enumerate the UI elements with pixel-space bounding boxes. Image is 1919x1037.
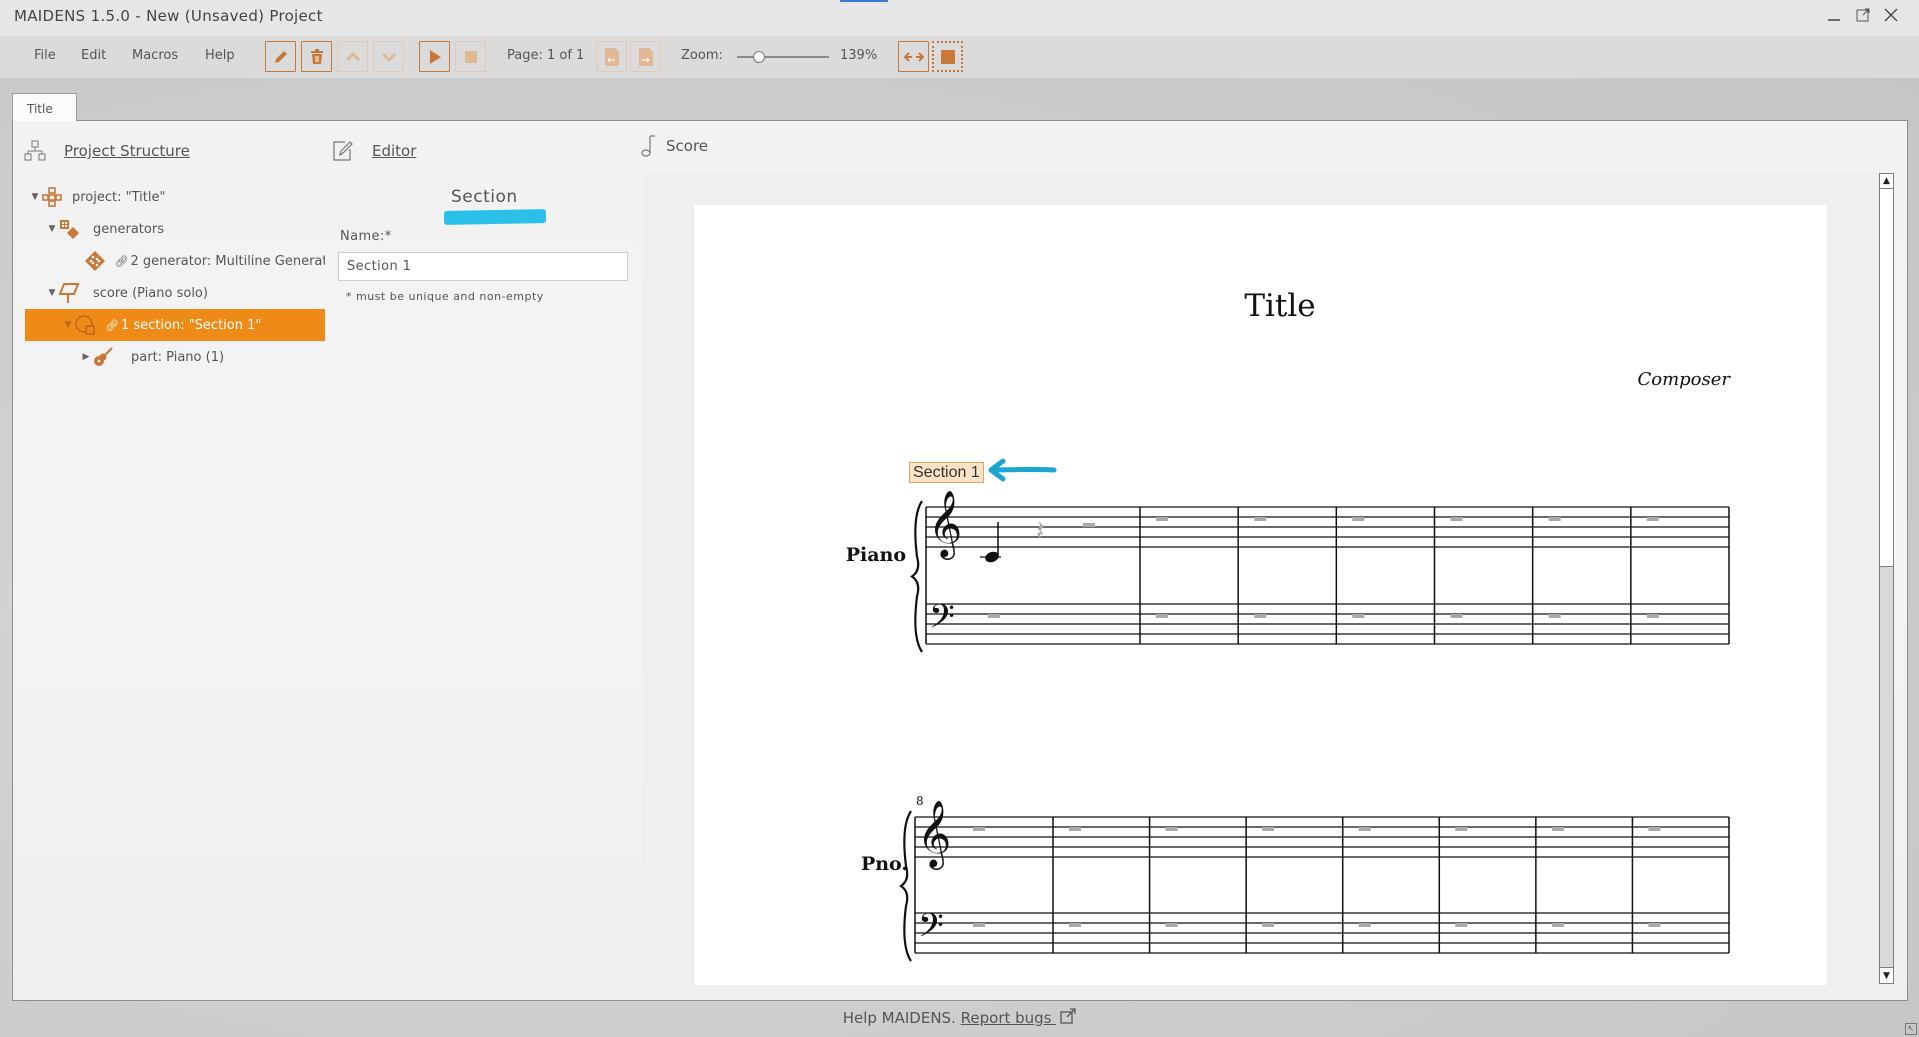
zoom-label: Zoom: [681, 48, 723, 63]
pencil-icon [274, 50, 287, 63]
hierarchy-icon [24, 140, 46, 161]
editor-header: Editor [332, 140, 416, 162]
fit-width-button[interactable] [898, 41, 929, 72]
tree-item-label: project: "Title" [72, 189, 166, 205]
resize-grip[interactable]: ↖ [1905, 1023, 1917, 1035]
menu-help[interactable]: Help [205, 48, 235, 63]
generator-icon [83, 251, 107, 271]
move-down-button[interactable] [373, 41, 404, 72]
menu-toolbar: File Edit Macros Help Page: 1 of 1 Zoom:… [0, 36, 1919, 78]
triangle-down-icon: ▼ [1883, 971, 1890, 981]
score-header: Score [640, 134, 708, 158]
stop-button[interactable] [455, 41, 486, 72]
chevron-down-icon [381, 52, 396, 62]
menu-macros[interactable]: Macros [132, 48, 178, 63]
tree-item-project[interactable]: ▼ project: "Title" [25, 181, 325, 213]
section-marker[interactable]: Section 1 [909, 462, 984, 483]
editor-heading: Section [451, 187, 518, 207]
score-composer[interactable]: Composer [1560, 369, 1730, 390]
page-prev-icon [604, 47, 619, 66]
prev-page-button[interactable] [596, 41, 627, 72]
name-label: Name:* [340, 229, 392, 244]
fit-width-icon [903, 51, 924, 62]
expand-arrow-icon[interactable]: ▶ [81, 352, 91, 362]
footer-text: Help MAIDENS. [842, 1009, 956, 1027]
window-accent-strip [840, 0, 888, 2]
tree-item-label: 2 generator: Multiline Generat [130, 253, 325, 269]
external-link-icon [1060, 1008, 1076, 1024]
footer: Help MAIDENS. Report bugs [0, 1008, 1919, 1027]
instrument-name[interactable]: Piano [846, 544, 906, 566]
link-icon: 🔗︎ [114, 254, 129, 268]
project-structure-header: Project Structure [24, 140, 190, 162]
chevron-up-icon [345, 51, 360, 61]
report-bugs-label: Report bugs [960, 1009, 1052, 1027]
close-icon [1884, 8, 1898, 22]
name-hint: * must be unique and non-empty [346, 290, 544, 303]
minimize-button[interactable] [1822, 6, 1846, 30]
tree-item-label: part: Piano (1) [131, 349, 225, 365]
window-title: MAIDENS 1.5.0 - New (Unsaved) Project [14, 7, 323, 25]
project-icon [40, 187, 64, 207]
next-page-button[interactable] [630, 41, 661, 72]
zoom-slider[interactable] [737, 48, 829, 66]
triangle-up-icon: ▲ [1883, 176, 1890, 186]
score-label: Score [666, 137, 709, 155]
page-next-icon [638, 47, 653, 66]
tree-item-generator[interactable]: 🔗︎ 2 generator: Multiline Generat [25, 245, 325, 277]
zoom-slider-thumb[interactable] [753, 51, 765, 63]
music-note-icon [641, 135, 655, 157]
play-button[interactable] [419, 41, 450, 72]
move-up-button[interactable] [337, 41, 368, 72]
instrument-name[interactable]: Pno. [861, 853, 908, 875]
tree-item-section[interactable]: ▼ 🔗︎ 1 section: "Section 1" [25, 309, 325, 341]
close-button[interactable] [1879, 6, 1903, 30]
menu-edit[interactable]: Edit [81, 48, 106, 63]
tree-item-part[interactable]: ▶ part: Piano (1) [25, 341, 325, 373]
expand-arrow-icon[interactable]: ▼ [30, 192, 40, 202]
editor-link[interactable]: Editor [372, 142, 416, 160]
project-structure-link[interactable]: Project Structure [64, 142, 190, 160]
trash-icon [310, 48, 323, 64]
tree-item-label: generators [93, 221, 164, 237]
section-icon [73, 315, 97, 335]
popout-button[interactable] [1851, 6, 1875, 30]
edit-icon [333, 141, 353, 161]
expand-arrow-icon[interactable]: ▼ [47, 288, 57, 298]
tree-item-label: 1 section: "Section 1" [120, 317, 262, 333]
scroll-down-button[interactable]: ▼ [1879, 967, 1894, 984]
fit-page-icon [940, 49, 955, 64]
stop-icon [464, 50, 477, 63]
link-icon: 🔗︎ [105, 318, 119, 332]
fit-page-button[interactable] [932, 41, 963, 72]
expand-arrow-icon[interactable]: ▼ [63, 320, 73, 330]
score-title[interactable]: Title [1180, 288, 1380, 324]
score-stand-icon [57, 283, 81, 303]
zoom-slider-track [737, 56, 829, 58]
popout-icon [1856, 8, 1870, 22]
expand-arrow-icon[interactable]: ▼ [47, 224, 57, 234]
play-icon [429, 49, 441, 64]
tree-item-generators[interactable]: ▼ generators [25, 213, 325, 245]
zoom-value: 139% [840, 48, 878, 63]
tab-title[interactable]: Title [12, 93, 77, 121]
menu-file[interactable]: File [34, 48, 56, 63]
generators-icon [57, 219, 81, 239]
scroll-up-button[interactable]: ▲ [1879, 173, 1894, 189]
name-input[interactable] [338, 252, 628, 281]
tree-item-label: score (Piano solo) [93, 285, 208, 301]
title-bar: MAIDENS 1.5.0 - New (Unsaved) Project [0, 0, 1919, 36]
page-indicator: Page: 1 of 1 [507, 48, 585, 63]
editor-heading-highlight [444, 209, 546, 225]
minimize-icon [1828, 19, 1840, 21]
report-bugs-link[interactable]: Report bugs [960, 1008, 1077, 1027]
tree-item-score[interactable]: ▼ score (Piano solo) [25, 277, 325, 309]
delete-button[interactable] [301, 41, 332, 72]
guitar-icon [91, 347, 115, 367]
edit-button[interactable] [265, 41, 296, 72]
scrollbar-thumb[interactable] [1880, 189, 1893, 567]
